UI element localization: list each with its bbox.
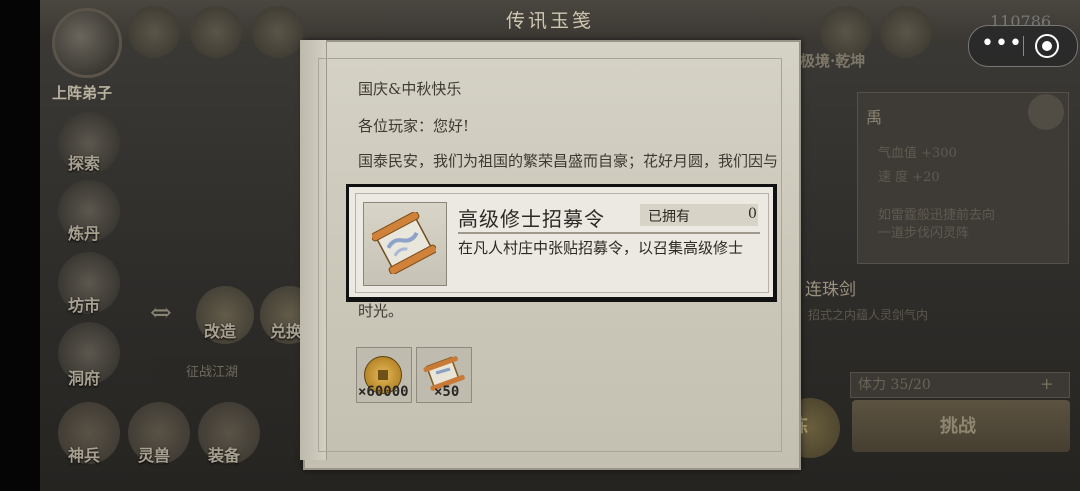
combo-subtitle: 招式之内蕴人灵剑气内	[808, 308, 929, 322]
explore-label: 探索	[68, 154, 101, 173]
skill-stat: 气血值 +300	[878, 146, 957, 161]
skill-desc: 一道步伐闪灵阵	[878, 226, 970, 241]
owned-value: 0	[748, 206, 757, 222]
equipment-label: 装备	[208, 446, 241, 465]
capsule-divider	[1023, 36, 1024, 56]
skill-desc: 如雷霆般迅捷前去向	[878, 208, 996, 223]
top-menu-icon[interactable]	[880, 6, 932, 58]
recruit-scroll-icon	[372, 212, 436, 274]
scroll-reward-count: ×50	[434, 384, 460, 400]
rank-badge-icon	[1028, 94, 1064, 130]
close-miniprogram-button[interactable]	[1035, 34, 1059, 58]
challenge-label: 挑战	[940, 416, 976, 437]
top-menu-icon[interactable]	[190, 6, 242, 58]
miniprogram-capsule: •••	[968, 25, 1078, 67]
modify-label: 改造	[204, 322, 237, 341]
mail-title: 国庆&中秋快乐	[358, 80, 462, 98]
mail-body-end: 时光。	[358, 302, 404, 320]
event-label: 征战江湖	[186, 365, 239, 380]
dialog-title: 传讯玉笺	[505, 10, 594, 32]
market-label: 坊市	[68, 296, 101, 315]
hero-label: 上阵弟子	[52, 84, 113, 102]
skill-panel-title: 禹	[866, 108, 883, 127]
coin-reward-count: ×60000	[358, 384, 409, 400]
skill-stat: 速 度 +20	[878, 170, 940, 185]
more-options-button[interactable]: •••	[981, 26, 1022, 66]
event-banner[interactable]: 极境·乾坤	[800, 50, 865, 71]
mail-greeting: 各位玩家：您好!	[358, 117, 470, 135]
item-description: 在凡人村庄中张贴招募令，以召集高级修士	[458, 239, 744, 257]
item-name: 高级修士招募令	[458, 207, 605, 231]
exchange-label: 兑换	[270, 322, 303, 341]
stamina-label: 体力 35/20	[858, 377, 931, 393]
top-menu-icon[interactable]	[128, 6, 180, 58]
owned-label: 已拥有	[648, 209, 690, 225]
top-menu-icon[interactable]	[252, 6, 304, 58]
combo-title: 连珠剑	[805, 280, 856, 300]
add-stamina-button[interactable]: +	[1040, 374, 1053, 393]
divider	[458, 232, 760, 234]
weapon-label: 神兵	[68, 446, 101, 465]
cave-label: 洞府	[68, 369, 101, 388]
screen-edge	[0, 0, 40, 491]
menu-toggle-icon[interactable]: ⇔	[150, 298, 172, 328]
beast-label: 灵兽	[138, 446, 171, 465]
hero-avatar[interactable]	[52, 8, 122, 78]
alchemy-label: 炼丹	[68, 224, 101, 243]
